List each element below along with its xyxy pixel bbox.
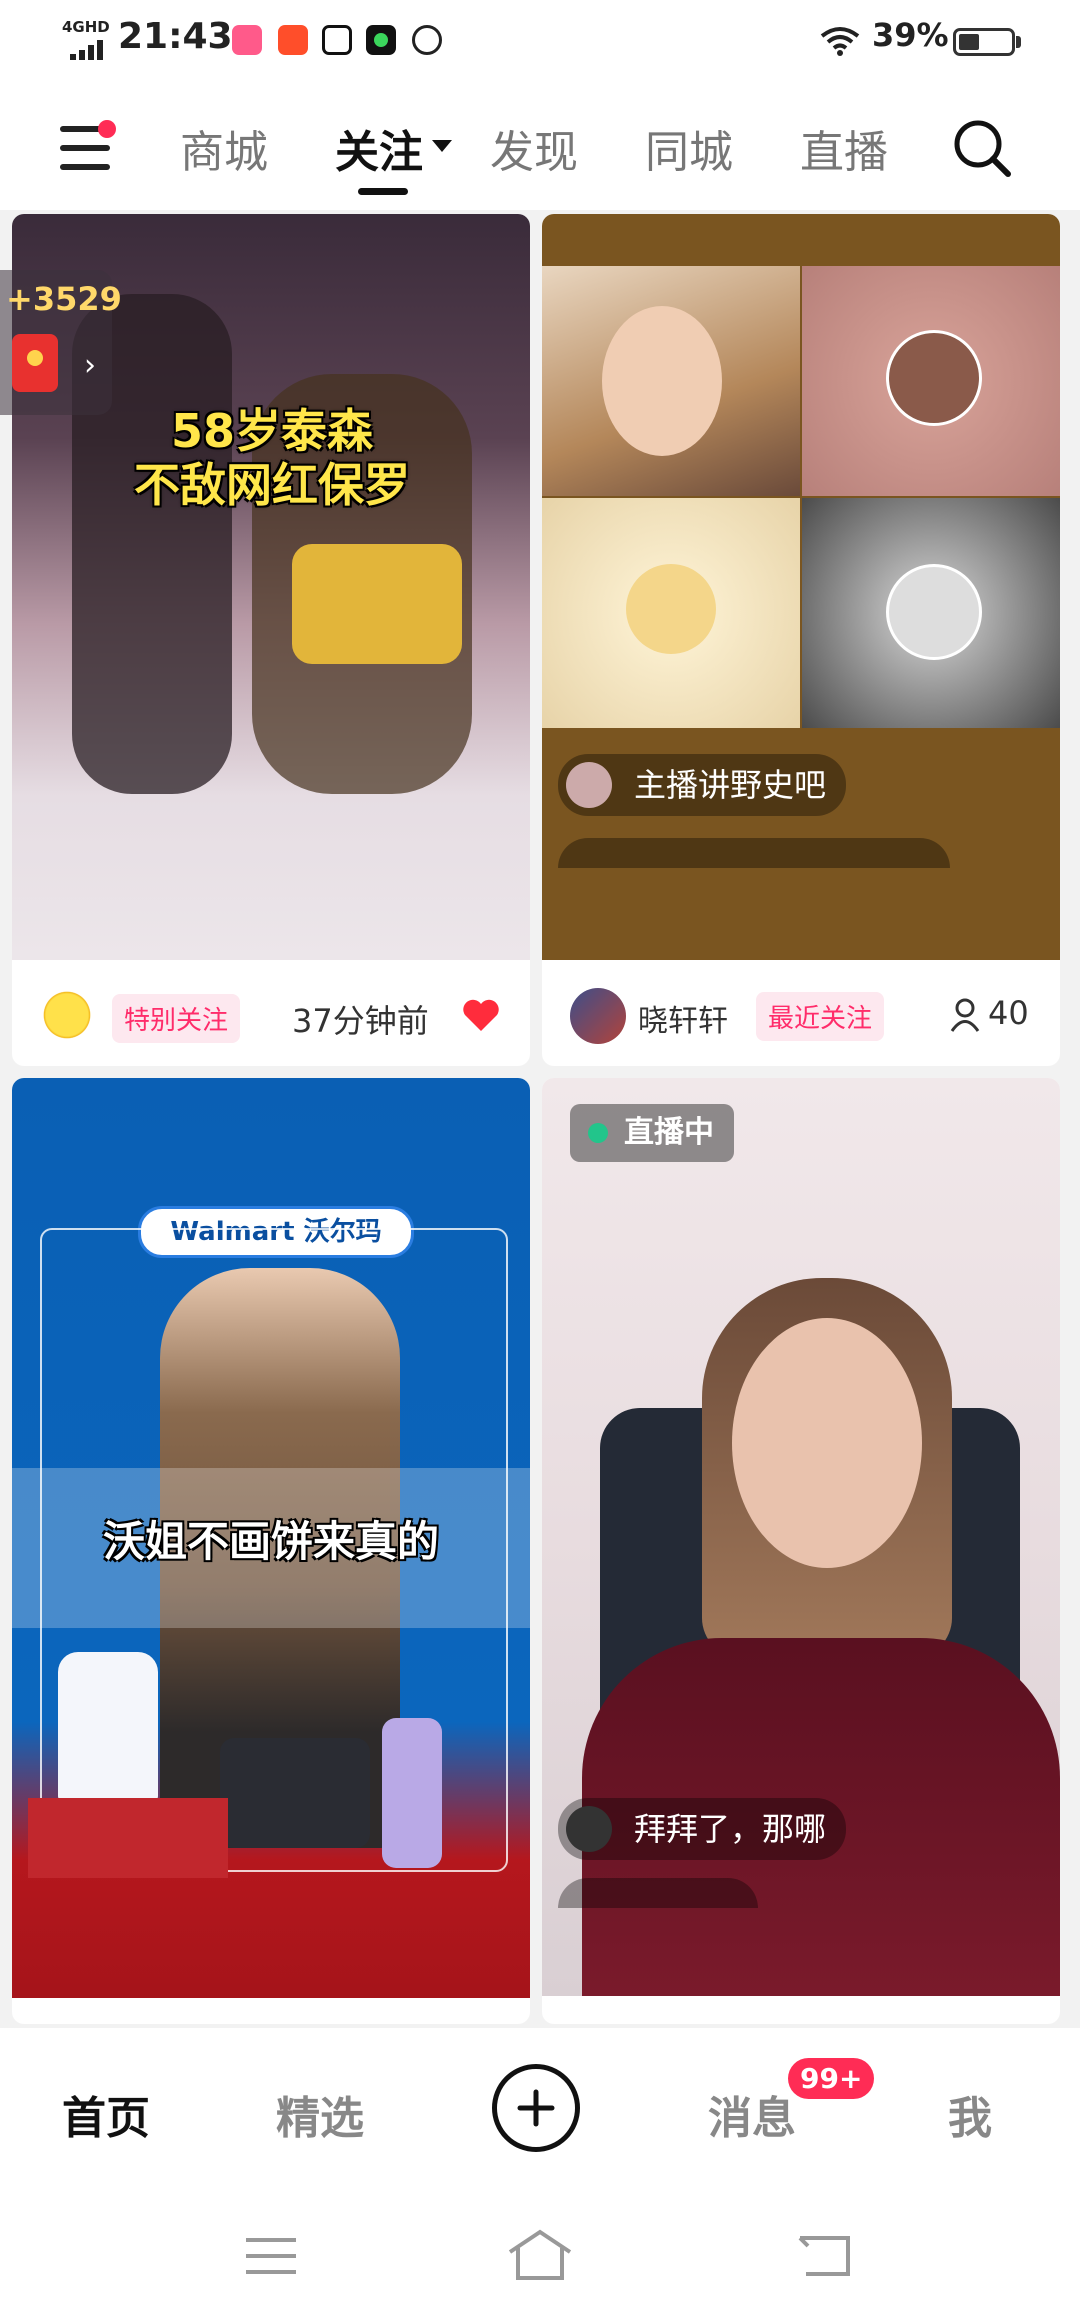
message-badge: 99+ [788, 2058, 875, 2099]
live-dot-icon [588, 1123, 608, 1143]
active-tab-indicator [358, 188, 408, 195]
battery-icon [953, 28, 1015, 56]
live-thumbnail[interactable]: 直播中 拜拜了，那哪 [542, 1078, 1060, 1996]
live-label: 直播中 [624, 1115, 714, 1150]
ting-icon [278, 25, 308, 55]
face [732, 1318, 922, 1568]
guest-avatar [886, 564, 982, 660]
gold-shorts [292, 544, 462, 664]
bilibili-icon [232, 25, 262, 55]
music-icon [366, 25, 396, 55]
red-envelope-icon [12, 334, 58, 392]
person-icon [950, 998, 980, 1032]
tab-local[interactable]: 同城 [645, 116, 733, 180]
tab-live[interactable]: 直播 [800, 116, 888, 180]
red-packet-widget[interactable]: +3529 › [0, 270, 122, 415]
live-status-badge: 直播中 [570, 1104, 734, 1162]
gift-box [28, 1798, 228, 1878]
feed-card-2[interactable]: 主播讲野史吧 晓轩轩 最近关注 40 [542, 214, 1060, 1066]
feed-card-4[interactable]: 直播中 拜拜了，那哪 [542, 1078, 1060, 2024]
network-type: 4GHD [62, 18, 110, 36]
commenter-avatar [566, 1806, 612, 1852]
video-overlay-text: 58岁泰森 不敌网红保罗 [82, 404, 462, 512]
feed-card-3[interactable]: Walmart 沃尔玛 沃姐不画饼来真的 [12, 1078, 530, 2024]
clock: 21:43 [118, 16, 233, 57]
tab-discover[interactable]: 发现 [490, 116, 578, 180]
tiktok-icon [322, 25, 352, 55]
back-icon[interactable] [796, 2232, 852, 2278]
nav-featured[interactable]: 精选 [276, 2082, 364, 2146]
comment-text: 主播讲野史吧 [634, 766, 827, 804]
author-name[interactable]: 晓轩轩 [638, 996, 728, 1040]
special-follow-tag: 特别关注 [112, 994, 241, 1043]
guest-avatar [886, 330, 982, 426]
guest-tile-3 [542, 498, 800, 728]
tab-mall[interactable]: 商城 [180, 116, 268, 180]
nav-messages[interactable]: 消息 [708, 2082, 796, 2146]
live-thumbnail[interactable]: 主播讲野史吧 [542, 214, 1060, 960]
viewer-count: 40 [988, 994, 1029, 1032]
overlay-line-2: 不敌网红保罗 [134, 458, 410, 512]
author-avatar[interactable] [570, 988, 626, 1044]
live-comment-partial [558, 1878, 758, 1908]
wifi-icon [820, 27, 860, 56]
guest-tile-2 [802, 266, 1060, 496]
plus-icon [517, 2089, 555, 2127]
recent-apps-icon[interactable] [244, 2236, 298, 2276]
detergent-bottle [58, 1652, 158, 1802]
live-comment: 主播讲野史吧 [558, 754, 847, 816]
card-footer: 晓轩轩 最近关注 40 [542, 960, 1060, 1066]
chevron-down-icon[interactable] [432, 140, 452, 152]
overlay-line-1: 58岁泰森 [170, 404, 373, 458]
nav-home[interactable]: 首页 [62, 2082, 150, 2146]
home-icon[interactable] [506, 2228, 574, 2280]
softener-bottle [382, 1718, 442, 1868]
chevron-right-icon: › [84, 348, 96, 383]
signal-icon [70, 40, 103, 60]
rice-cooker [220, 1738, 370, 1848]
tab-following[interactable]: 关注 [335, 116, 423, 180]
heart-icon[interactable] [462, 998, 500, 1032]
ad-caption: 沃姐不画饼来真的 [102, 1517, 439, 1566]
emoji-avatar [626, 564, 716, 654]
netease-icon [412, 25, 442, 55]
live-comment: 拜拜了，那哪 [558, 1798, 847, 1860]
search-icon[interactable] [952, 118, 1012, 178]
video-thumbnail[interactable]: Walmart 沃尔玛 沃姐不画饼来真的 [12, 1078, 530, 1998]
guest-tile-1 [542, 266, 800, 496]
status-bar: 4GHD 21:43 39% [0, 0, 1080, 90]
commenter-avatar [566, 762, 612, 808]
post-time: 37分钟前 [292, 1002, 429, 1040]
battery-percent: 39% [872, 16, 949, 54]
create-post-button[interactable] [492, 2064, 580, 2152]
comment-text: 拜拜了，那哪 [634, 1810, 827, 1848]
notification-dot [98, 120, 116, 138]
nav-me[interactable]: 我 [948, 2082, 992, 2146]
recent-follow-tag: 最近关注 [756, 992, 885, 1041]
live-comment-partial [558, 838, 950, 868]
guest-tile-4 [802, 498, 1060, 728]
battery-cap [1016, 36, 1021, 48]
card-footer: 特别关注 37分钟前 [12, 960, 530, 1066]
sun-avatar-icon[interactable] [40, 988, 94, 1042]
bonus-count: +3529 [6, 280, 122, 318]
